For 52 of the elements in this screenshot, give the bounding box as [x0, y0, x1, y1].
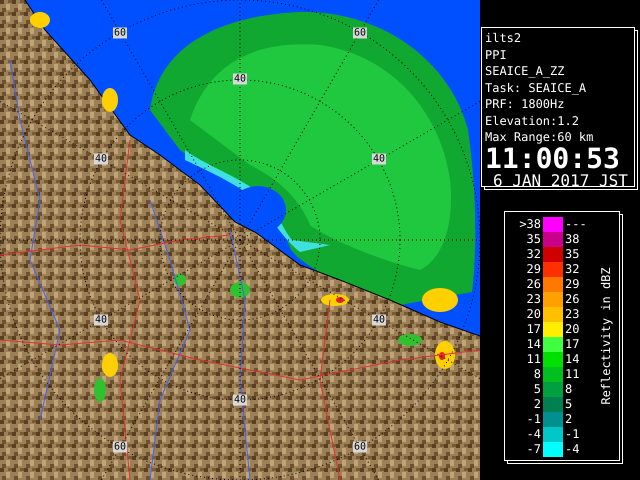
range-label: 60	[352, 28, 368, 38]
legend-title: Reflectivity in dBZ	[598, 267, 614, 405]
legend-low-label: 29	[526, 262, 542, 277]
info-line: Task: SEAICE_A	[485, 80, 588, 96]
range-label: 60	[352, 442, 368, 452]
legend-high-label: 23	[564, 307, 580, 322]
legend-high-label: 35	[564, 247, 580, 262]
legend-low-label: 17	[526, 322, 542, 337]
legend-high-label: 11	[564, 367, 580, 382]
legend-low-label: -7	[526, 442, 542, 457]
legend-low-label: 14	[526, 337, 542, 352]
range-label: 40	[232, 394, 248, 406]
time-display: 11:00:53	[485, 146, 620, 172]
legend-low-label: 2	[532, 397, 542, 412]
range-label: 40	[94, 314, 108, 326]
legend-low-label: 32	[526, 247, 542, 262]
legend-high-label: 8	[564, 382, 574, 397]
info-line: PRF: 1800Hz	[485, 96, 566, 112]
legend-high-label: 5	[564, 397, 574, 412]
legend-high-label: -1	[564, 427, 580, 442]
range-label: 40	[94, 154, 108, 164]
legend-low-label: -1	[526, 412, 542, 427]
info-line: SEAICE_A_ZZ	[485, 63, 566, 80]
info-line: PPI	[485, 46, 508, 63]
legend-low-label: -4	[526, 427, 542, 442]
legend-low-label: 11	[526, 352, 542, 367]
range-label: 60	[112, 442, 128, 452]
legend-high-label: ---	[564, 217, 588, 232]
range-label: 40	[232, 74, 248, 84]
legend-high-label: 38	[564, 232, 580, 247]
date-display: 6 JAN 2017 JST	[492, 172, 629, 190]
info-line: Elevation:1.2	[485, 112, 580, 129]
legend-high-label: 14	[564, 352, 580, 367]
range-label: 60	[112, 28, 128, 38]
legend-high-label: 32	[564, 262, 580, 277]
legend-low-label: 5	[532, 382, 542, 397]
legend-high-label: 17	[564, 337, 580, 352]
legend-high-label: 2	[564, 412, 574, 427]
range-label: 40	[372, 314, 386, 326]
legend-low-label: 8	[532, 367, 542, 382]
info-line: Max Range:60 km	[485, 129, 594, 146]
legend-high-label: 26	[564, 292, 580, 307]
legend-low-label: >38	[518, 217, 542, 232]
legend-high-label: 29	[564, 277, 580, 292]
legend-low-label: 26	[526, 277, 542, 292]
info-line: ilts2	[485, 30, 522, 46]
legend-low-label: 35	[526, 232, 542, 247]
legend-high-label: -4	[564, 442, 580, 457]
legend-low-label: 23	[526, 292, 542, 307]
range-label: 40	[372, 154, 386, 164]
legend-high-label: 20	[564, 322, 580, 337]
legend-low-label: 20	[526, 307, 542, 322]
